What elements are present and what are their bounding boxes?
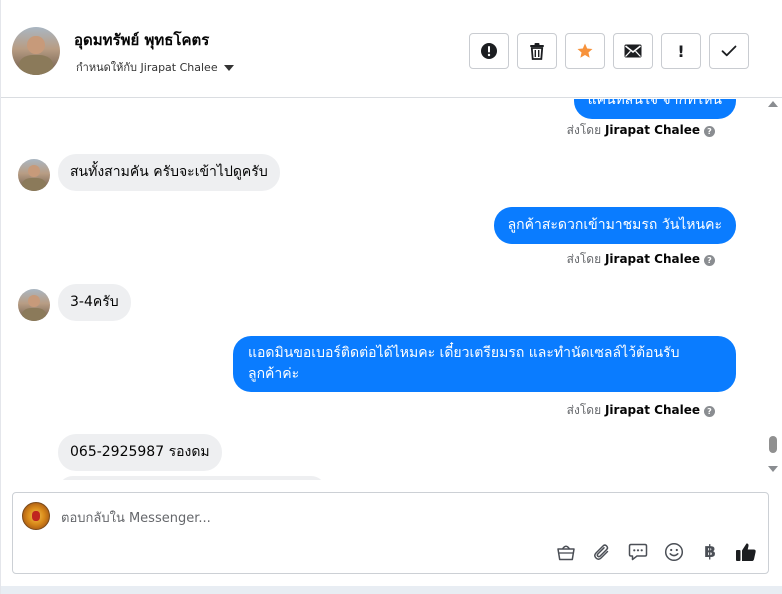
emoji-icon[interactable]: [663, 541, 685, 563]
checkmark-icon: [721, 45, 737, 57]
incoming-message[interactable]: สนทั้งสามคัน ครับจะเข้าไปดูครับ: [58, 154, 280, 191]
message-text: ลูกค้าสะดวกเข้ามาชมรถ วันไหนคะ: [507, 217, 722, 233]
sender-name: Jirapat Chalee: [604, 403, 700, 417]
outgoing-message[interactable]: ลูกค้าสะดวกเข้ามาชมรถ วันไหนคะ: [493, 207, 736, 244]
saved-reply-icon[interactable]: [627, 541, 649, 563]
conversation-header: อุดมทรัพย์ พุทธโคตร กำหนดให้กับ Jirapat …: [1, 0, 782, 98]
message-list: แคนที่สนใจ จากที่ไหน ส่งโดย Jirapat Chal…: [1, 99, 763, 480]
scroll-down-arrow[interactable]: [768, 466, 778, 472]
incoming-message[interactable]: 3-4ครับ: [58, 284, 131, 321]
page-footer-strip: [1, 586, 782, 594]
sent-by-label: ส่งโดย Jirapat Chalee?: [567, 121, 715, 140]
message-text: 065-2925987 รองดม: [70, 444, 210, 460]
baht-icon[interactable]: ฿: [699, 541, 721, 563]
scroll-up-arrow[interactable]: [768, 101, 778, 107]
shopping-basket-icon[interactable]: [555, 541, 577, 563]
customer-avatar[interactable]: [18, 159, 50, 191]
help-icon[interactable]: ?: [704, 126, 715, 137]
reply-composer: ฿: [12, 492, 769, 574]
page-avatar: [22, 502, 50, 530]
incoming-message-partial[interactable]: [58, 476, 326, 480]
envelope-icon: [624, 44, 642, 58]
report-button[interactable]: [469, 33, 509, 69]
contact-name[interactable]: อุดมทรัพย์ พุทธโคตร: [74, 28, 209, 52]
sent-by-label: ส่งโดย Jirapat Chalee?: [567, 401, 715, 420]
assign-dropdown[interactable]: กำหนดให้กับ Jirapat Chalee: [76, 58, 234, 76]
exclamation-icon: !: [677, 41, 685, 61]
follow-up-button[interactable]: !: [661, 33, 701, 69]
sender-name: Jirapat Chalee: [604, 123, 700, 137]
delete-button[interactable]: [517, 33, 557, 69]
outgoing-message[interactable]: แคนที่สนใจ จากที่ไหน: [573, 99, 736, 119]
outgoing-message[interactable]: แอดมินขอเบอร์ติดต่อได้ไหมคะ เดี๋ยวเตรียม…: [233, 336, 736, 392]
help-icon[interactable]: ?: [704, 255, 715, 266]
message-text-line-1: แอดมินขอเบอร์ติดต่อได้ไหมคะ เดี๋ยวเตรียม…: [248, 345, 680, 361]
conversation-panel: อุดมทรัพย์ พุทธโคตร กำหนดให้กับ Jirapat …: [0, 0, 782, 594]
scrollbar-thumb[interactable]: [769, 436, 777, 453]
caret-down-icon: [223, 65, 234, 71]
trash-icon: [530, 43, 544, 60]
incoming-message[interactable]: 065-2925987 รองดม: [58, 434, 222, 471]
sent-by-label: ส่งโดย Jirapat Chalee?: [567, 250, 715, 269]
help-icon[interactable]: ?: [704, 406, 715, 417]
contact-avatar[interactable]: [12, 27, 60, 75]
alert-circle-icon: [481, 43, 497, 59]
star-icon: [577, 43, 593, 58]
done-button[interactable]: [709, 33, 749, 69]
star-button[interactable]: [565, 33, 605, 69]
sender-name: Jirapat Chalee: [604, 252, 700, 266]
message-text: แคนที่สนใจ จากที่ไหน: [587, 99, 722, 108]
paperclip-icon[interactable]: [591, 541, 613, 563]
message-text: 3-4ครับ: [70, 294, 119, 310]
assign-label: กำหนดให้กับ Jirapat Chalee: [76, 61, 218, 74]
customer-avatar[interactable]: [18, 289, 50, 321]
message-text: สนทั้งสามคัน ครับจะเข้าไปดูครับ: [70, 164, 268, 180]
mark-unread-button[interactable]: [613, 33, 653, 69]
message-text-line-2: ลูกค้าค่ะ: [248, 366, 300, 382]
thumbs-up-icon[interactable]: [735, 541, 757, 563]
reply-input[interactable]: [61, 507, 661, 529]
